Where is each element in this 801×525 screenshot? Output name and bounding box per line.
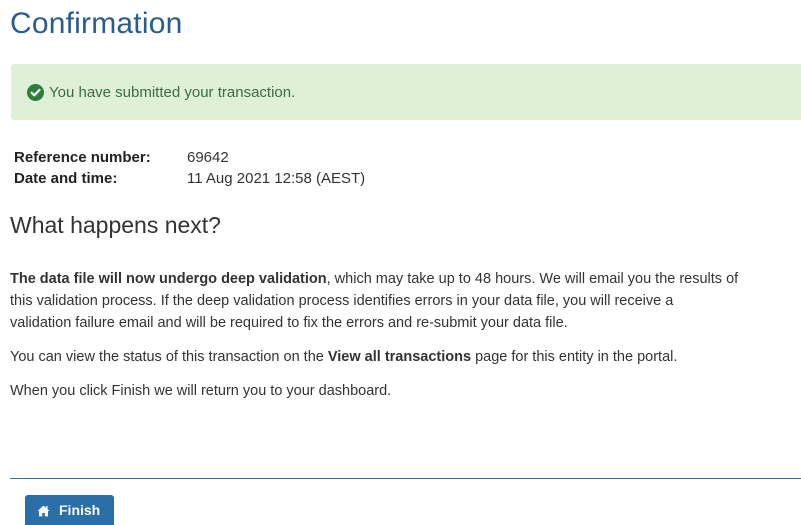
next-steps-heading: What happens next?	[10, 212, 221, 238]
datetime-row: Date and time: 11 Aug 2021 12:58 (AEST)	[14, 168, 365, 189]
finish-button[interactable]: Finish	[25, 495, 115, 525]
status-text-after: page for this entity in the portal.	[471, 349, 678, 365]
transaction-details: Reference number: 69642 Date and time: 1…	[14, 147, 365, 189]
home-icon	[37, 504, 50, 517]
finish-info-paragraph: When you click Finish we will return you…	[10, 383, 392, 399]
datetime-value: 11 Aug 2021 12:58 (AEST)	[187, 170, 366, 187]
validation-line-2: this validation process. If the deep val…	[10, 293, 674, 309]
validation-line-3: validation failure email and will be req…	[10, 315, 568, 331]
reference-label: Reference number:	[14, 149, 151, 166]
next-steps-body: The data file will now undergo deep vali…	[10, 268, 801, 414]
success-alert: You have submitted your transaction.	[11, 64, 801, 120]
section-divider	[10, 478, 801, 479]
view-all-transactions-text: View all transactions	[327, 349, 472, 365]
validation-bold-text: The data file will now undergo deep vali…	[10, 271, 327, 287]
alert-message: You have submitted your transaction.	[49, 83, 296, 101]
finish-button-label: Finish	[59, 502, 101, 518]
confirmation-page: Confirmation You have submitted your tra…	[0, 0, 801, 525]
reference-row: Reference number: 69642	[14, 147, 365, 168]
status-text-before: You can view the status of this transact…	[10, 349, 328, 365]
validation-line-1: The data file will now undergo deep vali…	[10, 268, 801, 290]
status-paragraph: You can view the status of this transact…	[10, 346, 801, 368]
validation-paragraph: The data file will now undergo deep vali…	[10, 268, 801, 334]
reference-value: 69642	[187, 149, 229, 166]
page-title: Confirmation	[10, 7, 183, 40]
datetime-label: Date and time:	[14, 170, 118, 187]
check-circle-icon	[27, 83, 44, 101]
validation-line-1-rest: , which may take up to 48 hours. We will…	[326, 271, 739, 287]
